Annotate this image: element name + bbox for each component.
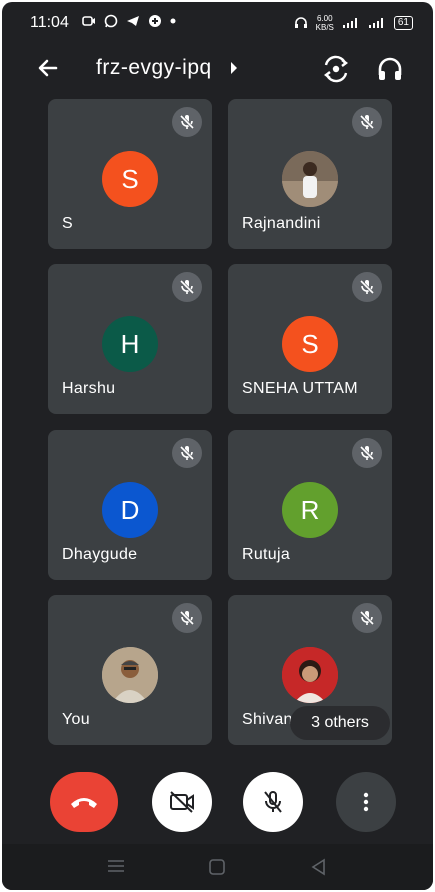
avatar-photo bbox=[102, 647, 158, 703]
audio-output-headphones-icon[interactable] bbox=[375, 54, 405, 84]
mic-off-icon bbox=[352, 438, 382, 468]
avatar: H bbox=[102, 316, 158, 372]
avatar-photo bbox=[282, 647, 338, 703]
participant-name: Harshu bbox=[62, 380, 116, 397]
back-arrow-icon[interactable] bbox=[34, 54, 62, 82]
mic-toggle-button[interactable] bbox=[243, 772, 303, 832]
participant-tile[interactable]: Rajnandini bbox=[228, 99, 392, 249]
notification-icons bbox=[82, 14, 176, 28]
end-call-button[interactable] bbox=[50, 772, 118, 832]
dot-icon bbox=[170, 18, 176, 24]
participant-name: Dhaygude bbox=[62, 546, 138, 563]
participant-tile[interactable]: D Dhaygude bbox=[48, 430, 212, 580]
avatar: R bbox=[282, 482, 338, 538]
participant-name: Shivan bbox=[242, 711, 293, 728]
camera-toggle-button[interactable] bbox=[152, 772, 212, 832]
switch-camera-icon[interactable] bbox=[321, 54, 351, 84]
network-speed-unit: KB/S bbox=[315, 23, 334, 32]
avatar: S bbox=[282, 316, 338, 372]
mic-off-icon bbox=[172, 438, 202, 468]
network-speed: 6.00 KB/S bbox=[316, 14, 334, 32]
participant-tile[interactable]: R Rutuja bbox=[228, 430, 392, 580]
system-nav-bar bbox=[2, 844, 433, 890]
system-icons: 6.00 KB/S 61 bbox=[294, 14, 413, 32]
others-count-pill[interactable]: 3 others bbox=[290, 706, 390, 740]
signal-2-icon bbox=[368, 18, 383, 28]
mic-off-icon bbox=[352, 107, 382, 137]
network-speed-value: 6.00 bbox=[316, 14, 333, 23]
video-notification-icon bbox=[82, 16, 95, 26]
video-off-icon bbox=[170, 791, 194, 813]
call-controls bbox=[2, 772, 433, 832]
participant-name: You bbox=[62, 711, 90, 728]
game-icon bbox=[149, 15, 161, 27]
participant-tile-self[interactable]: You bbox=[48, 595, 212, 745]
headset-status-icon bbox=[294, 17, 307, 28]
home-nav-icon[interactable] bbox=[208, 858, 226, 876]
mic-off-icon bbox=[352, 272, 382, 302]
status-bar: 11:04 6.00 KB/S 61 bbox=[2, 2, 433, 42]
more-vert-icon bbox=[363, 792, 369, 812]
mic-off-icon bbox=[172, 603, 202, 633]
mic-off-icon bbox=[172, 272, 202, 302]
participant-name: S bbox=[62, 215, 73, 232]
phone-screen: 11:04 6.00 KB/S 61 frz-evgy-ipq S S Rajn… bbox=[2, 2, 433, 890]
meeting-details-caret-icon[interactable] bbox=[231, 62, 237, 74]
participant-tile[interactable]: S S bbox=[48, 99, 212, 249]
participant-name: Rajnandini bbox=[242, 215, 321, 232]
telegram-icon bbox=[127, 16, 139, 26]
avatar: S bbox=[102, 151, 158, 207]
app-bar: frz-evgy-ipq bbox=[2, 46, 433, 90]
meeting-code[interactable]: frz-evgy-ipq bbox=[96, 56, 212, 80]
whatsapp-icon bbox=[104, 14, 118, 28]
avatar-photo bbox=[282, 151, 338, 207]
signal-icon bbox=[342, 18, 357, 28]
mic-off-icon bbox=[172, 107, 202, 137]
participant-name: SNEHA UTTAM bbox=[242, 380, 358, 397]
status-time: 11:04 bbox=[30, 14, 69, 31]
more-options-button[interactable] bbox=[336, 772, 396, 832]
recents-nav-icon[interactable] bbox=[106, 858, 126, 874]
battery-icon: 61 bbox=[393, 16, 413, 30]
mic-off-icon bbox=[352, 603, 382, 633]
participant-tile[interactable]: H Harshu bbox=[48, 264, 212, 414]
participant-name: Rutuja bbox=[242, 546, 291, 563]
participant-tile[interactable]: S SNEHA UTTAM bbox=[228, 264, 392, 414]
back-nav-icon[interactable] bbox=[310, 858, 328, 876]
mic-off-icon bbox=[264, 791, 282, 813]
phone-hangup-icon bbox=[71, 798, 97, 808]
avatar: D bbox=[102, 482, 158, 538]
